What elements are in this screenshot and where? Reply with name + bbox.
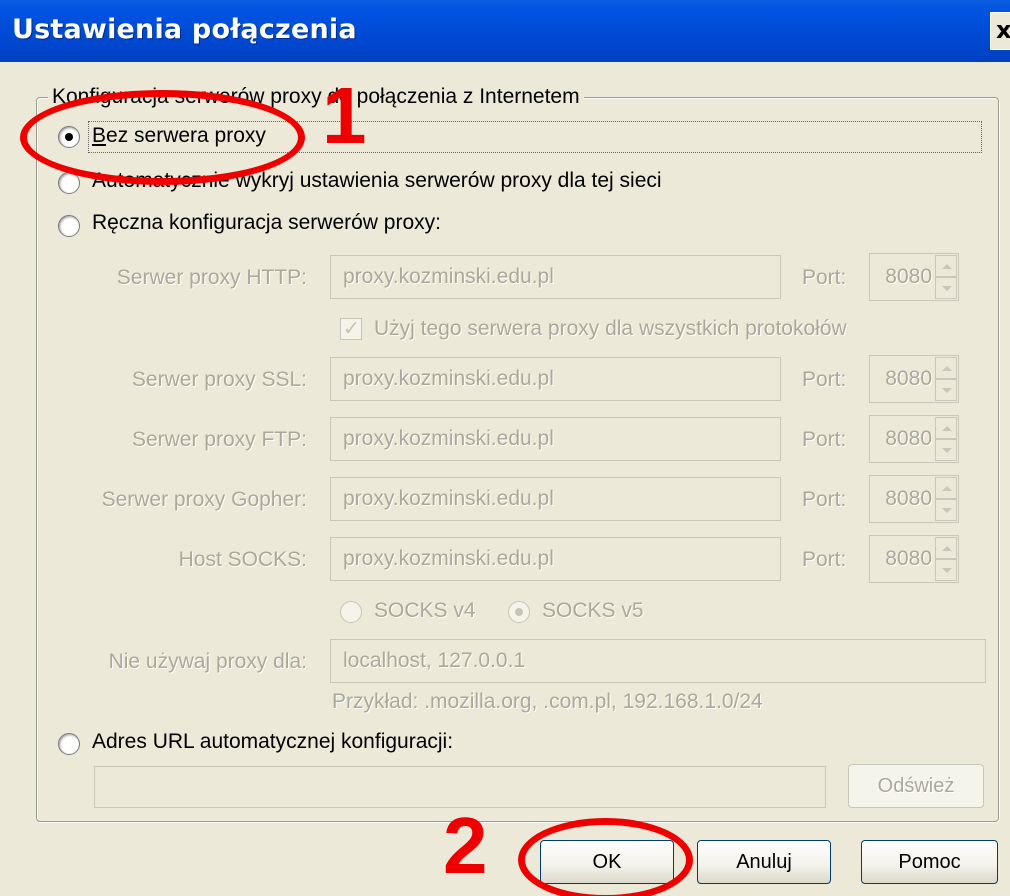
label-ssl-port: Port: <box>802 368 847 391</box>
label-http-proxy: Serwer proxy HTTP: <box>116 266 307 289</box>
ftp-port-value: 8080 <box>885 427 932 450</box>
socks-port-up-arrow[interactable] <box>935 537 957 559</box>
radio-socks-v4[interactable] <box>340 601 362 623</box>
no-proxy-example: Przykład: .mozilla.org, .com.pl, 192.168… <box>332 690 763 713</box>
label-no-proxy-for: Nie używaj proxy dla: <box>108 650 307 673</box>
label-ssl-proxy: Serwer proxy SSL: <box>131 368 307 391</box>
annotation-circle-2 <box>518 818 693 896</box>
gopher-proxy-input[interactable]: proxy.kozminski.edu.pl <box>330 477 781 521</box>
close-icon: x <box>996 16 1010 44</box>
annotation-number-2: 2 <box>443 801 488 890</box>
ftp-proxy-input[interactable]: proxy.kozminski.edu.pl <box>330 417 781 461</box>
socks-port-input[interactable]: 8080 <box>869 535 959 583</box>
http-port-input[interactable]: 8080 <box>869 253 959 301</box>
radio-auto-url[interactable] <box>58 733 80 755</box>
title-bar: Ustawienia połączenia x <box>0 0 1010 62</box>
gopher-port-down-arrow[interactable] <box>935 499 957 521</box>
window-title: Ustawienia połączenia <box>12 14 357 45</box>
close-button[interactable]: x <box>990 12 1010 50</box>
socks-port-down-arrow[interactable] <box>935 559 957 581</box>
help-button[interactable]: Pomoc <box>861 840 998 884</box>
label-socks-host: Host SOCKS: <box>178 548 307 571</box>
socks-host-input[interactable]: proxy.kozminski.edu.pl <box>330 537 781 581</box>
label-manual[interactable]: Ręczna konfiguracja serwerów proxy: <box>92 211 441 235</box>
radio-manual[interactable] <box>58 215 80 237</box>
http-port-up-arrow[interactable] <box>935 255 957 277</box>
label-http-port: Port: <box>802 266 847 289</box>
label-socks-v5[interactable]: SOCKS v5 <box>542 599 644 623</box>
ssl-port-input[interactable]: 8080 <box>869 355 959 403</box>
label-ftp-port: Port: <box>802 428 847 451</box>
ssl-port-value: 8080 <box>885 367 932 390</box>
ftp-port-input[interactable]: 8080 <box>869 415 959 463</box>
ftp-port-up-arrow[interactable] <box>935 417 957 439</box>
annotation-circle-1 <box>20 90 305 185</box>
ssl-proxy-input[interactable]: proxy.kozminski.edu.pl <box>330 357 781 401</box>
label-auto-url[interactable]: Adres URL automatycznej konfiguracji: <box>92 730 453 754</box>
http-proxy-input[interactable]: proxy.kozminski.edu.pl <box>330 255 781 299</box>
label-socks-port: Port: <box>802 548 847 571</box>
gopher-port-value: 8080 <box>885 487 932 510</box>
label-ftp-proxy: Serwer proxy FTP: <box>131 428 307 451</box>
http-port-value: 8080 <box>885 265 932 288</box>
gopher-port-up-arrow[interactable] <box>935 477 957 499</box>
radio-socks-v5[interactable] <box>508 601 530 623</box>
label-gopher-port: Port: <box>802 488 847 511</box>
label-use-for-all[interactable]: Użyj tego serwera proxy dla wszystkich p… <box>374 317 847 341</box>
ssl-port-down-arrow[interactable] <box>935 379 957 401</box>
label-socks-v4[interactable]: SOCKS v4 <box>374 599 476 623</box>
http-port-down-arrow[interactable] <box>935 277 957 299</box>
label-gopher-proxy: Serwer proxy Gopher: <box>101 488 307 511</box>
cancel-button[interactable]: Anuluj <box>697 840 831 884</box>
ftp-port-down-arrow[interactable] <box>935 439 957 461</box>
reload-button[interactable]: Odśwież <box>848 764 984 808</box>
no-proxy-for-input[interactable]: localhost, 127.0.0.1 <box>330 639 986 683</box>
use-for-all-checkbox[interactable]: ✓ <box>340 316 362 340</box>
annotation-number-1: 1 <box>322 71 367 160</box>
gopher-port-input[interactable]: 8080 <box>869 475 959 523</box>
socks-port-value: 8080 <box>885 547 932 570</box>
checkmark-icon: ✓ <box>343 316 360 340</box>
ssl-port-up-arrow[interactable] <box>935 357 957 379</box>
